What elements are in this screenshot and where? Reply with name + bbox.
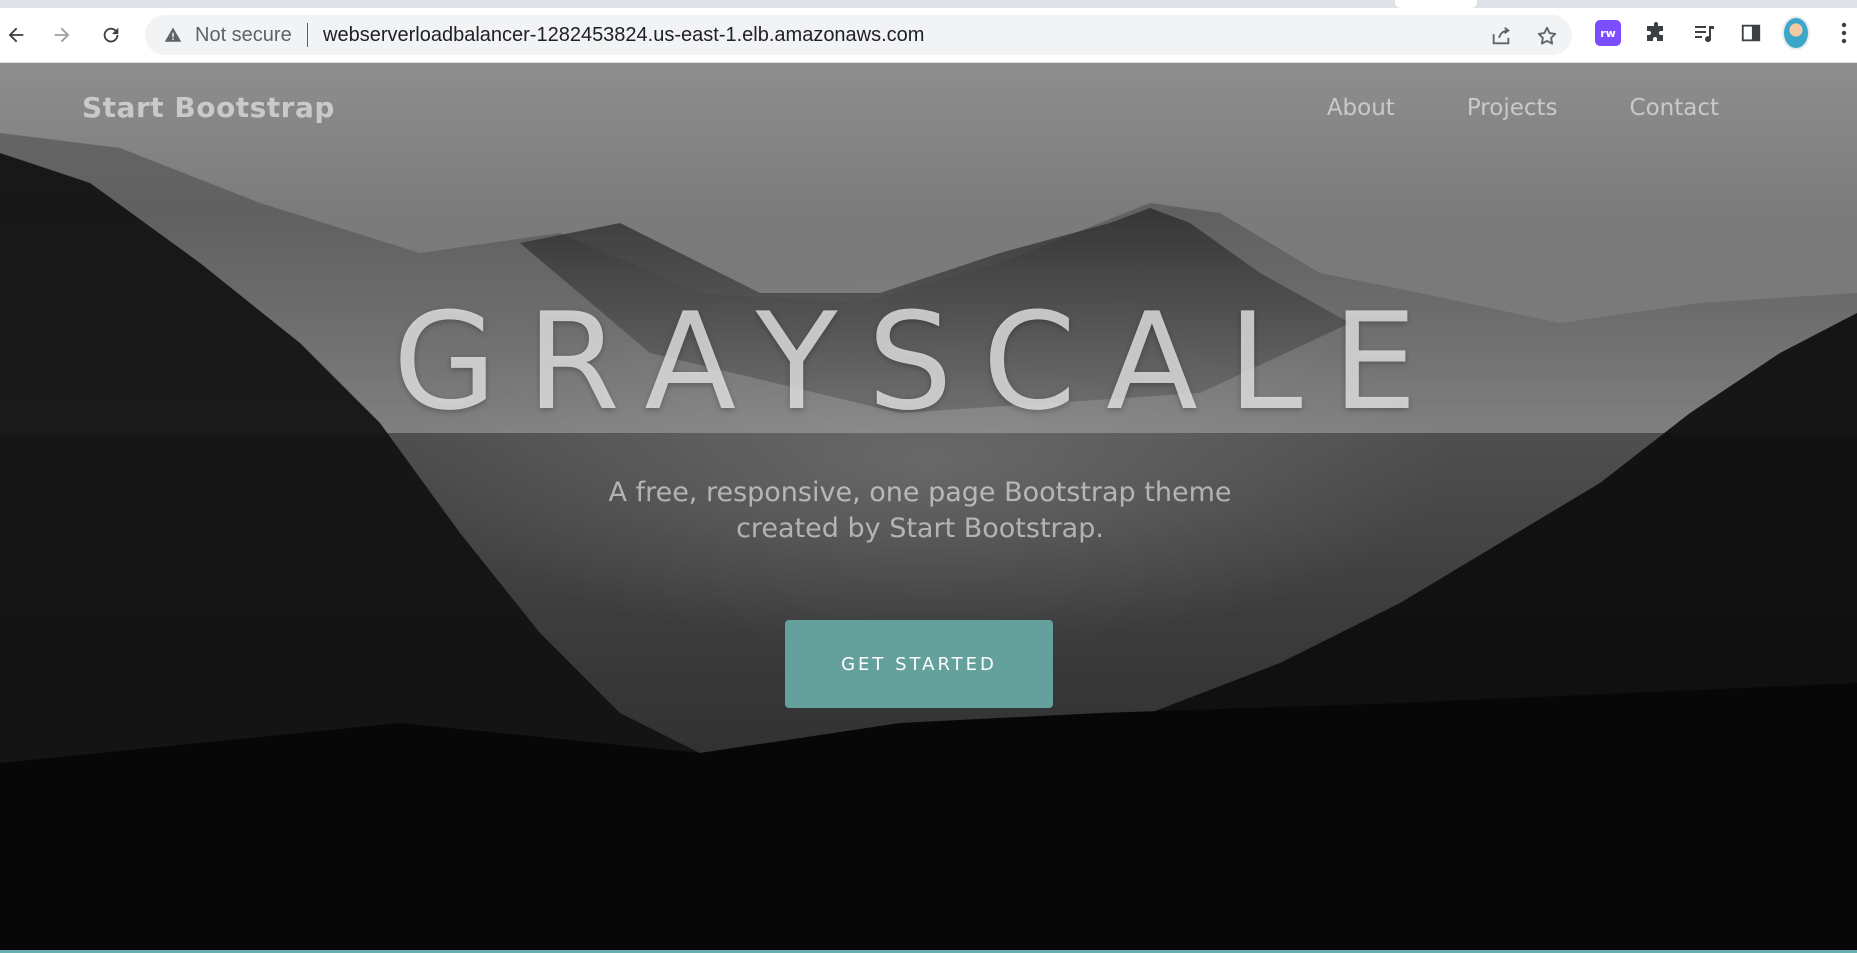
back-arrow-icon[interactable] [0,19,32,51]
star-icon[interactable] [1536,25,1558,47]
address-bar[interactable]: Not secure webserverloadbalancer-1282453… [145,15,1572,55]
nav-link-projects[interactable]: Projects [1467,95,1558,121]
profile-avatar-image [1782,16,1810,50]
tab-strip [0,0,1857,8]
forward-arrow-icon[interactable] [46,19,78,51]
avatar[interactable] [1782,16,1810,50]
extension-rw-label: rw [1595,20,1621,46]
hero-subtitle-line-2: created by Start Bootstrap. [736,513,1104,544]
security-status[interactable]: Not secure [195,24,292,47]
navbar-brand[interactable]: Start Bootstrap [82,91,335,124]
more-menu-icon[interactable] [1834,19,1854,47]
media-queue-icon[interactable] [1690,19,1718,47]
active-tab[interactable] [1395,0,1477,8]
hero-title: GRAYSCALE [392,284,1448,440]
nav-link-about[interactable]: About [1327,95,1395,121]
page-masthead: Start Bootstrap About Projects Contact G… [0,63,1857,953]
browser-toolbar: Not secure webserverloadbalancer-1282453… [0,0,1857,63]
omnibox-divider [307,23,308,47]
reload-icon[interactable] [95,19,127,51]
nav-link-contact[interactable]: Contact [1630,95,1719,121]
share-icon[interactable] [1490,25,1512,47]
warning-icon[interactable] [163,25,183,45]
puzzle-icon[interactable] [1642,19,1670,47]
url-text[interactable]: webserverloadbalancer-1282453824.us-east… [323,24,924,47]
extension-rw-icon[interactable]: rw [1594,19,1622,47]
side-panel-icon[interactable] [1737,19,1765,47]
hero-subtitle-line-1: A free, responsive, one page Bootstrap t… [608,477,1232,508]
navbar-links: About Projects Contact [1327,95,1719,121]
get-started-button[interactable]: GET STARTED [785,620,1053,708]
hero-subtitle: A free, responsive, one page Bootstrap t… [520,475,1320,547]
